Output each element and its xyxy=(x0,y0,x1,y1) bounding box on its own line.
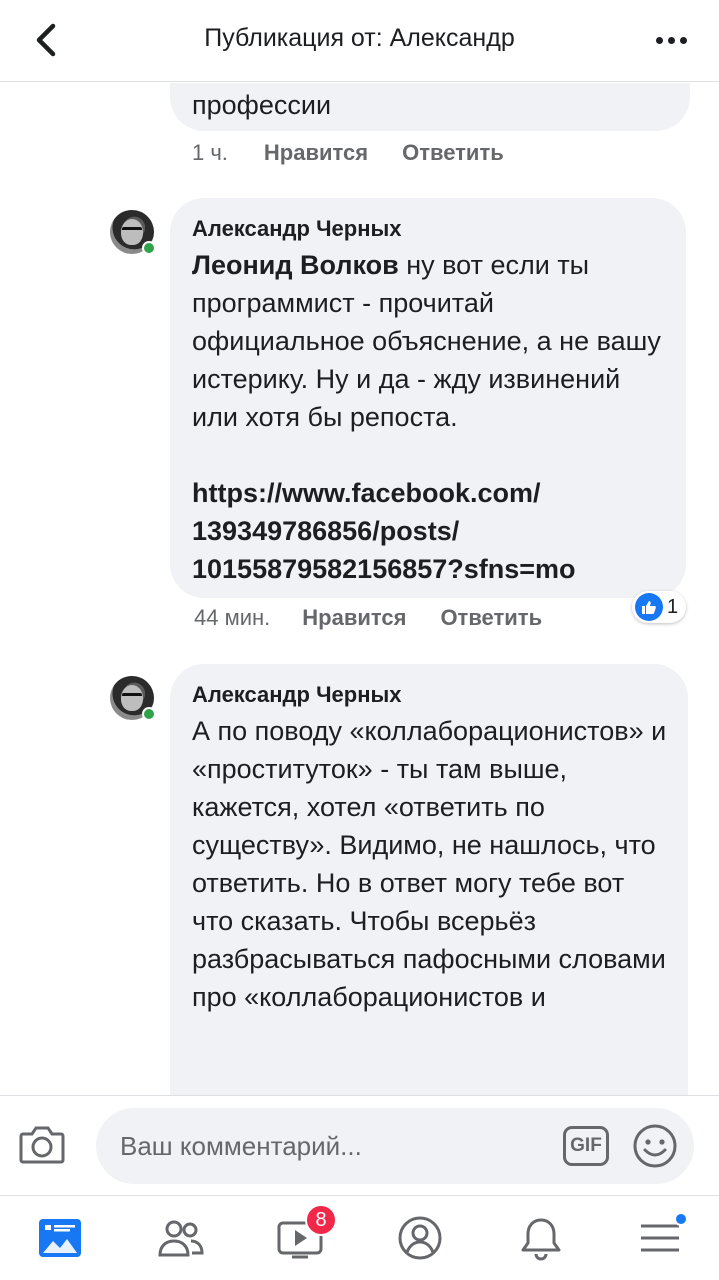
tab-friends[interactable] xyxy=(150,1210,210,1266)
comment-meta: 1 ч. Нравится Ответить xyxy=(192,139,504,167)
like-icon xyxy=(635,593,663,621)
comment-bubble[interactable]: Александр Черных А по поводу «коллаборац… xyxy=(170,664,688,1095)
comment-time: 1 ч. xyxy=(192,140,228,165)
camera-button[interactable] xyxy=(18,1120,66,1168)
like-link[interactable]: Нравится xyxy=(302,605,406,631)
link-line: https://www.facebook.com/ xyxy=(192,478,541,508)
reply-link[interactable]: Ответить xyxy=(402,140,504,166)
comment-time: 44 мин. xyxy=(194,605,271,630)
more-dot-icon xyxy=(667,36,675,44)
tab-profile[interactable] xyxy=(390,1210,450,1266)
online-status-icon xyxy=(142,241,156,255)
top-bar: Публикация от: Александр xyxy=(0,0,719,82)
reply-link[interactable]: Ответить xyxy=(440,605,542,631)
camera-icon xyxy=(19,1126,65,1164)
online-status-icon xyxy=(142,707,156,721)
bell-icon xyxy=(521,1218,561,1261)
news-feed-icon xyxy=(39,1219,81,1257)
comments-list[interactable]: профессии 1 ч. Нравится Ответить Алексан… xyxy=(0,83,719,1095)
comment-meta: 44 мин. Нравится Ответить xyxy=(194,603,542,633)
emoji-icon[interactable] xyxy=(632,1123,678,1169)
mention-link[interactable]: Леонид Волков xyxy=(192,250,399,280)
more-dot-icon xyxy=(655,36,663,44)
link-line: 10155879582156857?sfns=mo xyxy=(192,554,576,584)
tab-notifications[interactable] xyxy=(511,1210,571,1266)
bottom-tab-bar: 8 xyxy=(0,1195,719,1280)
profile-icon xyxy=(398,1216,442,1260)
page-title: Публикация от: Александр xyxy=(204,24,515,52)
comment-bubble[interactable]: Александр Черных Леонид Волков ну вот ес… xyxy=(170,198,686,598)
gif-button[interactable]: GIF xyxy=(563,1126,609,1166)
comment-body: Леонид Волков ну вот если ты программист… xyxy=(192,246,668,436)
tab-news-feed[interactable] xyxy=(30,1210,90,1266)
comment-author[interactable]: Александр Черных xyxy=(192,680,668,710)
reaction-count: 1 xyxy=(667,595,679,618)
like-link[interactable]: Нравится xyxy=(264,140,368,166)
comment-text: профессии xyxy=(192,90,332,120)
comment-text: А по поводу «коллаборационистов» и «прос… xyxy=(192,716,667,1012)
comment-author[interactable]: Александр Черных xyxy=(192,214,668,244)
menu-notification-dot xyxy=(674,1212,688,1226)
comment-composer: GIF xyxy=(0,1095,719,1195)
reaction-summary[interactable]: 1 xyxy=(632,591,687,623)
notification-badge: 8 xyxy=(305,1204,337,1236)
comment-bubble[interactable]: профессии xyxy=(170,83,690,131)
comment-link[interactable]: https://www.facebook.com/ 139349786856/p… xyxy=(192,474,668,588)
link-line: 139349786856/posts/ xyxy=(192,516,460,546)
friends-icon xyxy=(158,1220,204,1257)
more-dot-icon xyxy=(679,36,687,44)
more-options-button[interactable] xyxy=(649,22,693,58)
